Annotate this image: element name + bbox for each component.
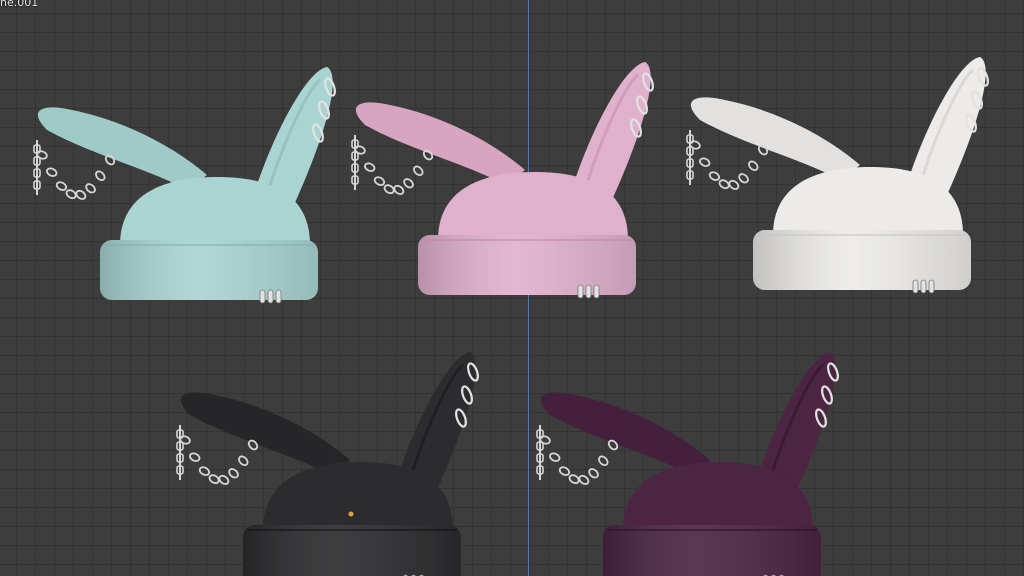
front-stud <box>348 511 354 517</box>
hat-cuff-shading <box>753 230 971 290</box>
hat-cuff-shading <box>603 525 821 576</box>
hat-cuff-shading <box>100 240 318 300</box>
hat-purple[interactable] <box>536 352 840 576</box>
hat-pink[interactable] <box>351 62 655 299</box>
left-ear <box>355 102 525 185</box>
hat-cuff-shading <box>243 525 461 576</box>
left-ear <box>37 107 207 190</box>
hat-cuff-shading <box>418 235 636 295</box>
cuff-piercings <box>259 289 282 304</box>
left-ear <box>540 392 710 475</box>
hat-black[interactable] <box>176 352 480 576</box>
cuff-piercings <box>577 284 600 299</box>
hat-mint[interactable] <box>33 67 337 304</box>
left-ear <box>690 97 860 180</box>
3d-viewport[interactable]: ne.001 <box>0 0 1024 576</box>
left-ear <box>180 392 350 475</box>
cuff-piercings <box>912 279 935 294</box>
hat-white[interactable] <box>686 57 990 294</box>
model-render[interactable] <box>0 0 1024 576</box>
